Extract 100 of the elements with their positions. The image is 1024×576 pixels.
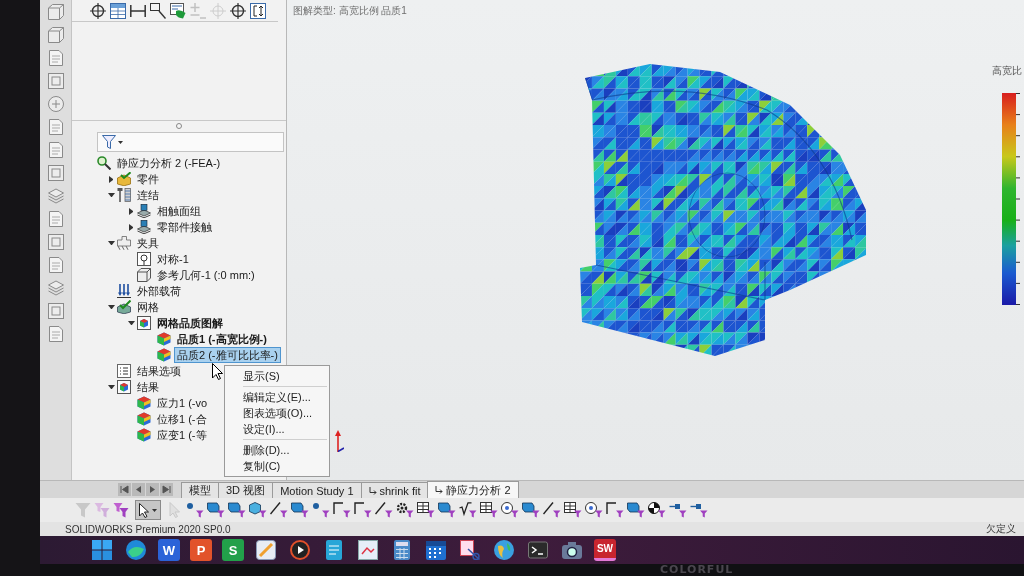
grid-funnel-icon[interactable] [480, 502, 498, 518]
circle-funnel-icon[interactable] [501, 502, 519, 518]
square-funnel-icon[interactable] [207, 502, 225, 518]
taskbar-button[interactable] [124, 538, 148, 562]
tree-item[interactable]: 结果选项 [134, 363, 184, 379]
page-icon[interactable] [47, 257, 64, 273]
tab[interactable]: 模型 [181, 482, 219, 498]
double-funnel-icon[interactable] [113, 502, 129, 518]
taskbar-button[interactable] [356, 538, 380, 562]
grid-funnel-icon[interactable] [564, 502, 582, 518]
line-funnel-icon[interactable] [270, 502, 288, 518]
caret-down-icon[interactable] [107, 240, 115, 246]
dot-funnel-icon[interactable] [312, 502, 330, 518]
corner-funnel-icon[interactable] [606, 502, 624, 518]
circle-plus-icon[interactable] [47, 96, 64, 112]
square-funnel-icon[interactable] [627, 502, 645, 518]
square-funnel-icon[interactable] [522, 502, 540, 518]
tree-item[interactable]: 连结 [134, 187, 162, 203]
taskbar-button[interactable] [424, 538, 448, 562]
taskbar-button[interactable]: P [190, 539, 212, 561]
line-funnel-icon[interactable] [543, 502, 561, 518]
taskbar-button[interactable] [254, 538, 278, 562]
caret-down-icon[interactable] [107, 304, 115, 310]
cube-outline-icon[interactable] [47, 4, 64, 20]
square-funnel-icon[interactable] [438, 502, 456, 518]
corner-funnel-icon[interactable] [354, 502, 372, 518]
tab[interactable]: Motion Study 1 [272, 482, 362, 498]
tree-item[interactable]: 对称-1 [154, 251, 192, 267]
layers-icon[interactable] [47, 188, 64, 204]
dot-funnel-icon[interactable] [186, 502, 204, 518]
tree-item[interactable]: 相触面组 [154, 203, 204, 219]
taskbar-button[interactable] [526, 538, 550, 562]
frame-icon[interactable] [47, 165, 64, 181]
grid-funnel-icon[interactable] [417, 502, 435, 518]
splitter-handle-icon[interactable] [176, 122, 182, 129]
tree-item[interactable]: 品质1 (-高宽比例-) [174, 331, 270, 347]
caret-right-icon[interactable] [128, 207, 134, 215]
tree-item[interactable]: 静应力分析 2 (-FEA-) [114, 155, 224, 171]
frame-icon[interactable] [47, 303, 64, 319]
table-icon[interactable] [110, 2, 126, 19]
tab[interactable]: 3D 视图 [218, 482, 274, 498]
taskbar-button[interactable] [90, 538, 114, 562]
tree-item[interactable]: 网格 [134, 299, 162, 315]
menu-item[interactable]: 删除(D)... [225, 442, 329, 458]
tree-item[interactable]: 位移1 (-合 [154, 411, 210, 427]
caret-right-icon[interactable] [108, 175, 114, 183]
square-funnel-icon[interactable] [291, 502, 309, 518]
line-funnel-icon[interactable] [375, 502, 393, 518]
caret-right-icon[interactable] [128, 223, 134, 231]
gear-funnel-icon[interactable] [396, 502, 414, 518]
taskbar-button[interactable] [288, 538, 312, 562]
crosshair-icon[interactable] [90, 2, 106, 19]
page-icon[interactable] [47, 326, 64, 342]
crosshair-icon[interactable] [230, 2, 246, 19]
quadrant-funnel-icon[interactable] [648, 502, 666, 518]
tree-item[interactable]: 结果 [134, 379, 162, 395]
bracket-icon[interactable] [250, 2, 266, 19]
tree-item[interactable]: 应变1 (-等 [154, 427, 210, 443]
tree-item[interactable]: 零件 [134, 171, 162, 187]
menu-item[interactable]: 显示(S) [225, 368, 329, 384]
pin-funnel-icon[interactable] [669, 502, 687, 518]
sheet-icon[interactable] [170, 2, 186, 19]
menu-item[interactable]: 编辑定义(E)... [225, 389, 329, 405]
taskbar-button[interactable] [492, 538, 516, 562]
first-arrow-icon[interactable] [118, 483, 131, 496]
cube-outline-icon[interactable] [47, 27, 64, 43]
frame-icon[interactable] [47, 234, 64, 250]
pin-funnel-icon[interactable] [690, 502, 708, 518]
tree-item[interactable]: 网格品质图解 [154, 315, 226, 331]
taskbar-button[interactable]: SW [594, 539, 616, 561]
select-tool-button[interactable] [135, 500, 161, 520]
last-arrow-icon[interactable] [160, 483, 173, 496]
tree-item[interactable]: 夹具 [134, 235, 162, 251]
cube-funnel-icon[interactable] [249, 502, 267, 518]
menu-item[interactable]: 设定(I)... [225, 421, 329, 437]
caret-down-icon[interactable] [107, 192, 115, 198]
page-icon[interactable] [47, 119, 64, 135]
menu-item[interactable]: 图表选项(O)... [225, 405, 329, 421]
layers-icon[interactable] [47, 280, 64, 296]
tab[interactable]: shrink fit [360, 482, 429, 498]
taskbar-button[interactable] [458, 538, 482, 562]
tree-item[interactable]: 零部件接触 [154, 219, 215, 235]
circle-funnel-icon[interactable] [585, 502, 603, 518]
page-icon[interactable] [47, 211, 64, 227]
radical-funnel-icon[interactable] [459, 502, 477, 518]
tab[interactable]: 静应力分析 2 [427, 481, 519, 498]
square-funnel-icon[interactable] [228, 502, 246, 518]
caret-down-icon[interactable] [107, 384, 115, 390]
tree-item[interactable]: 参考几何-1 (:0 mm:) [154, 267, 258, 283]
taskbar-button[interactable]: W [158, 539, 180, 561]
menu-item[interactable]: 复制(C) [225, 458, 329, 474]
tree-item[interactable]: 应力1 (-vo [154, 395, 211, 411]
tree-item[interactable]: 外部载荷 [134, 283, 184, 299]
page-icon[interactable] [47, 50, 64, 66]
tree-item[interactable]: 品质2 (-雅可比比率-) [174, 347, 281, 363]
box-line-icon[interactable] [150, 2, 166, 19]
page-icon[interactable] [47, 142, 64, 158]
frame-icon[interactable] [47, 73, 64, 89]
corner-funnel-icon[interactable] [333, 502, 351, 518]
span-icon[interactable] [130, 2, 146, 19]
